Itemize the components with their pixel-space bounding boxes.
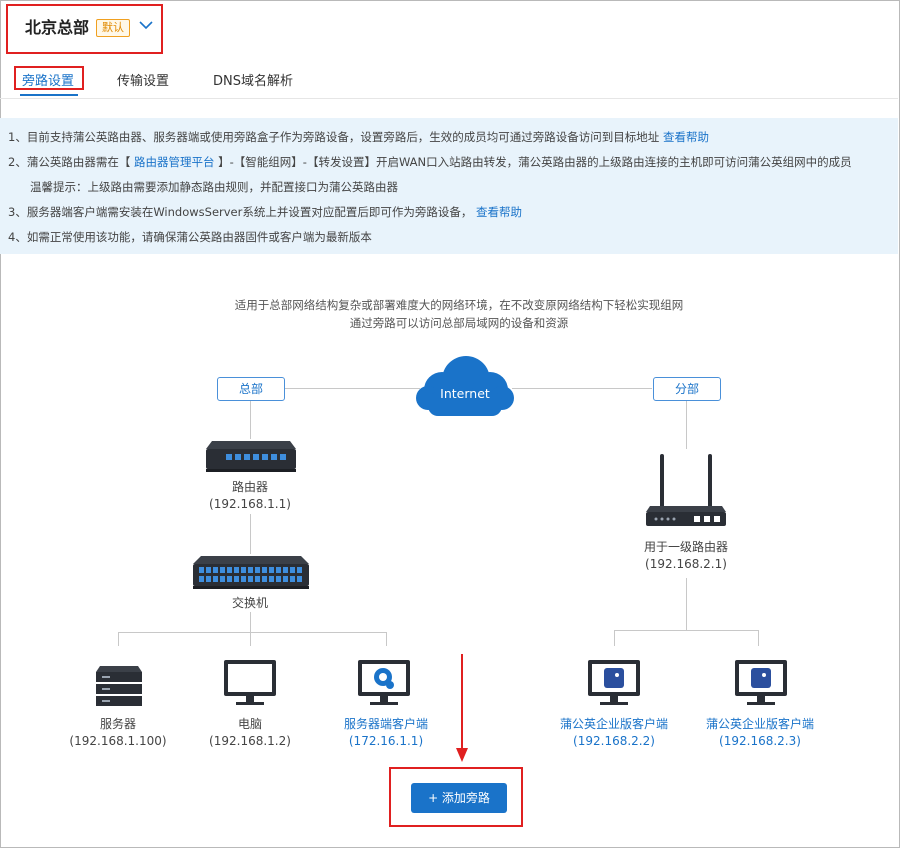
server-ip: (192.168.1.100): [69, 734, 167, 748]
notice-line-4: 4、如需正常使用该功能，请确保蒲公英路由器固件或客户端为最新版本: [8, 230, 372, 244]
internet-cloud-icon: [416, 356, 514, 416]
hq-router-ip: (192.168.1.1): [209, 497, 291, 511]
connector-line: [118, 632, 386, 633]
enterprise-client-1-ip: (192.168.2.2): [573, 734, 655, 748]
enterprise-client-icon: [588, 660, 640, 705]
connector-line: [250, 399, 251, 439]
site-selector-highlight: [6, 4, 163, 54]
branch-router-name: 用于一级路由器: [643, 540, 728, 554]
connector-line: [758, 630, 759, 646]
server-icon: [96, 666, 142, 706]
branch-tag: 分部: [653, 377, 721, 401]
server-client-ip: (172.16.1.1): [348, 734, 424, 748]
router-platform-link[interactable]: 路由器管理平台: [134, 155, 215, 169]
notice-line-3: 3、服务器端客户端需安装在WindowsServer系统上并设置对应配置后即可作…: [8, 205, 523, 219]
active-tab-indicator: [20, 94, 78, 96]
tab-bar: 旁路设置 传输设置 DNS域名解析: [0, 66, 898, 99]
help-link-2[interactable]: 查看帮助: [476, 205, 522, 219]
internet-label: Internet: [440, 386, 490, 401]
hq-router-name: 路由器: [231, 480, 268, 494]
connector-line: [284, 388, 420, 389]
enterprise-client-2-ip: (192.168.2.3): [719, 734, 801, 748]
tab-dns-resolution[interactable]: DNS域名解析: [213, 70, 293, 89]
pc-ip: (192.168.1.2): [209, 734, 291, 748]
switch-name: 交换机: [231, 596, 268, 610]
connector-line: [614, 630, 615, 646]
connector-line: [512, 388, 652, 389]
add-button-highlight: [389, 767, 523, 827]
active-tab-highlight: [14, 66, 84, 90]
diagram-description-1: 适用于总部网络结构复杂或部署难度大的网络环境，在不改变原网络结构下轻松实现组网: [234, 298, 684, 312]
connector-line: [250, 514, 251, 554]
info-notice: 1、目前支持蒲公英路由器、服务器端或使用旁路盒子作为旁路设备，设置旁路后，生效的…: [0, 118, 898, 254]
help-link-1[interactable]: 查看帮助: [663, 130, 709, 144]
connector-line: [686, 578, 687, 630]
server-client-icon: [358, 660, 410, 705]
notice-line-2b: 温馨提示：上级路由需要添加静态路由规则，并配置接口为蒲公英路由器: [30, 180, 398, 194]
tab-transfer-settings[interactable]: 传输设置: [117, 70, 169, 89]
branch-router-ip: (192.168.2.1): [645, 557, 727, 571]
server-client-name: 服务器端客户端: [343, 717, 428, 731]
diagram-description-2: 通过旁路可以访问总部局域网的设备和资源: [349, 316, 569, 330]
enterprise-client-1-name: 蒲公英企业版客户端: [559, 717, 668, 731]
hq-tag: 总部: [217, 377, 285, 401]
annotation-arrow-icon: [456, 654, 468, 762]
computer-icon: [224, 660, 276, 705]
enterprise-client-2-name: 蒲公英企业版客户端: [705, 717, 814, 731]
server-name: 服务器: [99, 717, 136, 731]
wireless-router-icon: [646, 454, 726, 526]
connector-line: [250, 612, 251, 632]
connector-line: [614, 630, 758, 631]
connector-line: [250, 632, 251, 646]
notice-line-1: 1、目前支持蒲公英路由器、服务器端或使用旁路盒子作为旁路设备，设置旁路后，生效的…: [8, 130, 709, 144]
connector-line: [386, 632, 387, 646]
connector-line: [686, 399, 687, 449]
router-icon: [206, 441, 296, 472]
connector-line: [118, 632, 119, 646]
pc-name: 电脑: [237, 717, 262, 731]
enterprise-client-icon: [735, 660, 787, 705]
notice-line-2: 2、蒲公英路由器需在【 路由器管理平台 】-【智能组网】-【转发设置】开启WAN…: [8, 155, 852, 169]
switch-icon: [193, 556, 309, 589]
